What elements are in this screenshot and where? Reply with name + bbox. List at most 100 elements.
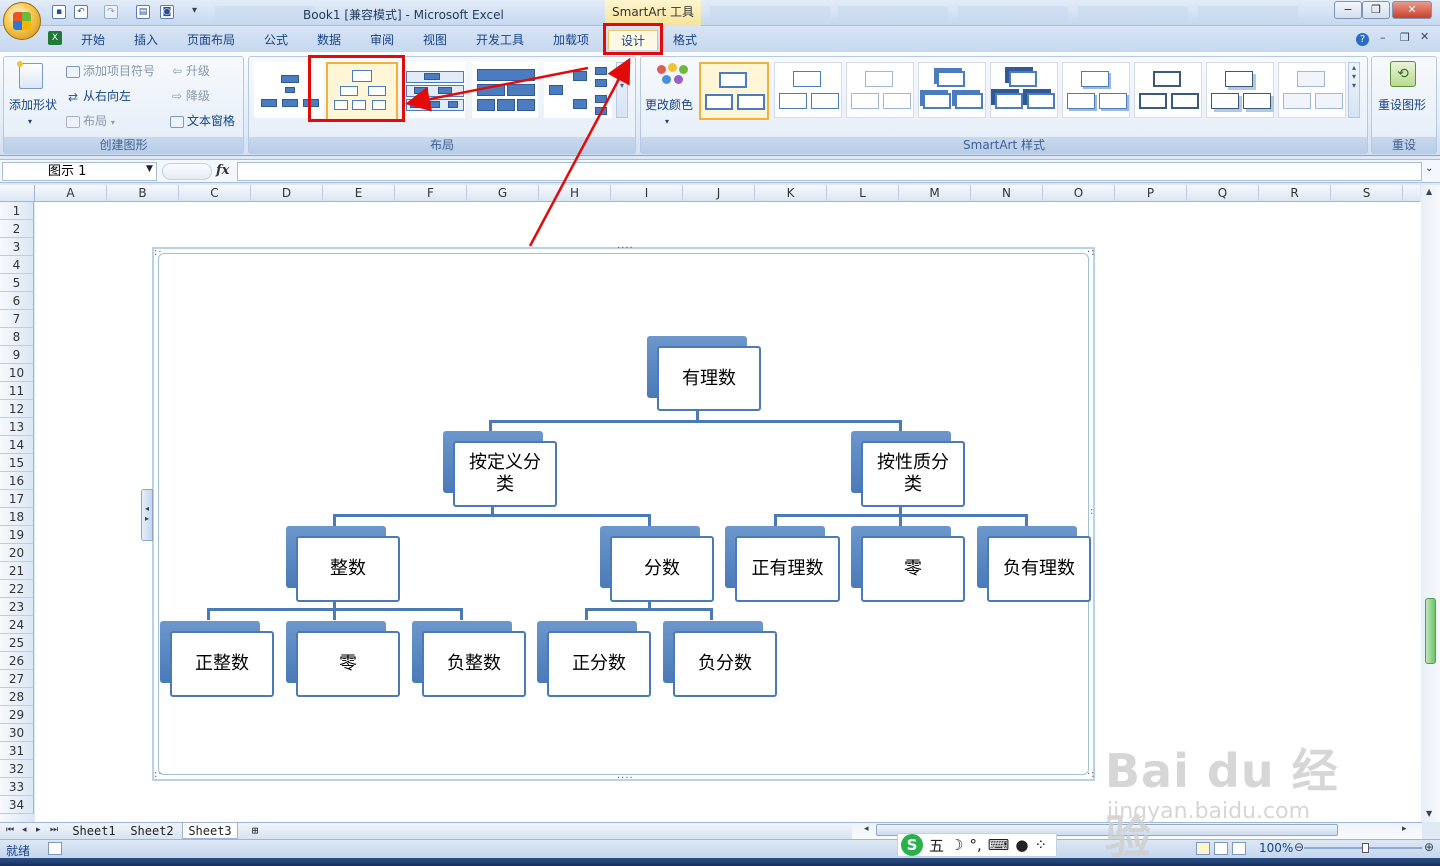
row-header[interactable]: 22: [0, 580, 34, 598]
first-sheet-icon[interactable]: ⏮: [6, 825, 14, 835]
row-header[interactable]: 26: [0, 652, 34, 670]
sheet-tab-sheet1[interactable]: Sheet1: [66, 823, 122, 839]
text-pane-toggle[interactable]: ◂ ▸: [141, 489, 153, 541]
text-pane-button[interactable]: 文本窗格: [170, 112, 235, 130]
node-zero-property[interactable]: 零: [851, 526, 965, 602]
node-positive-fraction[interactable]: 正分数: [537, 621, 651, 697]
row-header[interactable]: 32: [0, 760, 34, 778]
row-header[interactable]: 15: [0, 454, 34, 472]
row-header[interactable]: 1: [0, 202, 34, 220]
row-header[interactable]: 18: [0, 508, 34, 526]
column-header[interactable]: P: [1115, 185, 1187, 202]
column-header[interactable]: E: [323, 185, 395, 202]
expand-formula-bar-icon[interactable]: ⌄: [1425, 163, 1433, 174]
help-icon[interactable]: ?: [1356, 33, 1369, 46]
row-header[interactable]: 30: [0, 724, 34, 742]
ime-toolbar[interactable]: S 五 ☽ °, ⌨ ● ⁘: [897, 833, 1057, 857]
next-sheet-icon[interactable]: ▸: [36, 825, 41, 835]
scroll-up-icon[interactable]: ▲: [1426, 187, 1432, 196]
row-header[interactable]: 24: [0, 616, 34, 634]
save-icon[interactable]: ▪: [52, 5, 66, 19]
column-header[interactable]: B: [107, 185, 179, 202]
ribbon-restore-icon[interactable]: ❐: [1400, 31, 1410, 44]
row-header[interactable]: 9: [0, 346, 34, 364]
tab-view[interactable]: 视图: [417, 30, 453, 50]
change-colors-dropdown-icon[interactable]: ▾: [665, 113, 669, 131]
scroll-left-icon[interactable]: ◂: [864, 824, 869, 834]
row-header[interactable]: 11: [0, 382, 34, 400]
column-header[interactable]: R: [1259, 185, 1331, 202]
resize-handle-right[interactable]: :: [1090, 507, 1094, 517]
layout-thumb-table-hierarchy[interactable]: [472, 62, 538, 118]
formula-bar-splitter[interactable]: [162, 163, 212, 180]
name-box-dropdown-icon[interactable]: ▼: [146, 164, 153, 174]
add-shape-dropdown-icon[interactable]: ▾: [28, 113, 32, 131]
row-header[interactable]: 29: [0, 706, 34, 724]
qat-customize-icon[interactable]: ▾: [192, 5, 197, 16]
layout-dropdown-button[interactable]: 布局 ▾: [66, 112, 115, 130]
insert-sheet-icon[interactable]: ⊞: [244, 823, 266, 839]
tab-add-ins[interactable]: 加载项: [547, 30, 595, 50]
node-negative-fraction[interactable]: 负分数: [663, 621, 777, 697]
resize-handle-top-left[interactable]: :·: [154, 248, 163, 258]
row-header[interactable]: 8: [0, 328, 34, 346]
row-header[interactable]: 20: [0, 544, 34, 562]
style-thumb-white-outline[interactable]: [774, 62, 842, 118]
column-header[interactable]: N: [971, 185, 1043, 202]
style-thumb-3d-polished[interactable]: [1062, 62, 1130, 118]
resize-handle-top[interactable]: ····: [617, 244, 634, 254]
column-header[interactable]: C: [179, 185, 251, 202]
column-header[interactable]: K: [755, 185, 827, 202]
node-integers[interactable]: 整数: [286, 526, 400, 602]
tab-formulas[interactable]: 公式: [258, 30, 294, 50]
column-header[interactable]: D: [251, 185, 323, 202]
redo-icon[interactable]: ↷: [104, 5, 118, 19]
user-icon[interactable]: ●: [1015, 836, 1028, 854]
row-header[interactable]: 17: [0, 490, 34, 508]
style-thumb-moderate-effect[interactable]: [918, 62, 986, 118]
tab-format[interactable]: 格式: [667, 30, 703, 50]
change-colors-button[interactable]: 更改颜色: [645, 96, 693, 114]
layout-thumb-labeled-hierarchy[interactable]: [403, 62, 465, 118]
ribbon-close-icon[interactable]: ✕: [1420, 30, 1429, 43]
style-thumb-subtle-effect[interactable]: [846, 62, 914, 118]
office-button[interactable]: [3, 2, 41, 40]
keyboard-icon[interactable]: ⌨: [988, 836, 1010, 854]
tab-page-layout[interactable]: 页面布局: [181, 30, 241, 50]
sheet-tab-sheet2[interactable]: Sheet2: [124, 823, 180, 839]
close-button[interactable]: ✕: [1392, 1, 1432, 19]
zoom-in-icon[interactable]: ⊕: [1424, 840, 1434, 854]
tab-insert[interactable]: 插入: [128, 30, 164, 50]
column-header[interactable]: J: [683, 185, 755, 202]
column-header[interactable]: O: [1043, 185, 1115, 202]
name-box[interactable]: 图示 1: [2, 162, 157, 181]
right-to-left-button[interactable]: ⇄ 从右向左: [66, 87, 131, 105]
reset-graphic-button[interactable]: 重设图形: [1378, 96, 1426, 114]
scroll-down-icon[interactable]: ▼: [1426, 809, 1432, 818]
row-header[interactable]: 21: [0, 562, 34, 580]
resize-handle-top-right[interactable]: ·:: [1087, 248, 1096, 258]
row-header[interactable]: 34: [0, 796, 34, 814]
ribbon-minimize-icon[interactable]: –: [1380, 31, 1386, 44]
style-thumb-3d-powder[interactable]: [1278, 62, 1346, 118]
row-header[interactable]: 27: [0, 670, 34, 688]
macro-record-icon[interactable]: [48, 842, 62, 855]
node-positive-rational[interactable]: 正有理数: [725, 526, 840, 602]
row-header[interactable]: 31: [0, 742, 34, 760]
row-header[interactable]: 5: [0, 274, 34, 292]
row-header[interactable]: 23: [0, 598, 34, 616]
column-header[interactable]: Q: [1187, 185, 1259, 202]
restore-button[interactable]: ❐: [1362, 1, 1390, 19]
node-positive-integer[interactable]: 正整数: [160, 621, 274, 697]
node-zero-integer[interactable]: 零: [286, 621, 400, 697]
row-header[interactable]: 3: [0, 238, 34, 256]
prev-sheet-icon[interactable]: ◂: [22, 825, 27, 835]
row-header[interactable]: 6: [0, 292, 34, 310]
last-sheet-icon[interactable]: ⏭: [50, 825, 58, 835]
column-header[interactable]: F: [395, 185, 467, 202]
node-negative-integer[interactable]: 负整数: [412, 621, 526, 697]
insert-function-button[interactable]: fx: [216, 163, 229, 178]
tab-home[interactable]: 开始: [75, 30, 111, 50]
column-header[interactable]: I: [611, 185, 683, 202]
toolbox-icon[interactable]: ⁘: [1035, 836, 1048, 854]
